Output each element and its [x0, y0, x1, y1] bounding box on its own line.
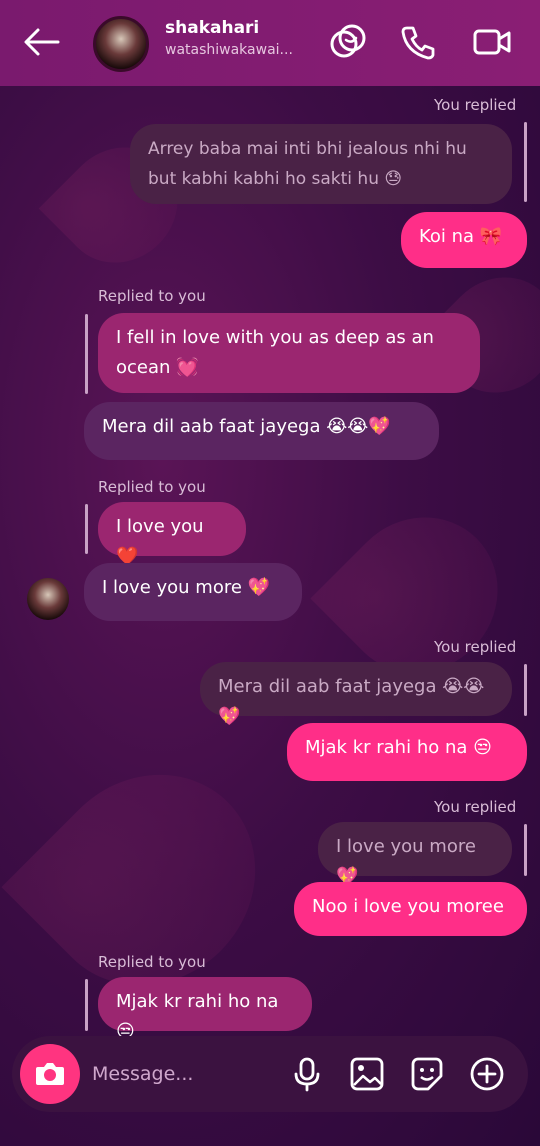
outgoing-message[interactable]: Mjak kr rahi ho na 😒 [287, 723, 527, 781]
reply-line [524, 122, 527, 202]
reply-line [85, 504, 88, 554]
outgoing-message[interactable]: Noo i love you moree [294, 882, 527, 936]
incoming-message[interactable]: Mera dil aab faat jayega 😭😭💖 [84, 402, 439, 460]
contact-name[interactable]: shakahari [165, 18, 259, 38]
video-call-icon[interactable] [472, 22, 512, 62]
reply-label: You replied [434, 96, 517, 114]
back-arrow-icon[interactable] [22, 26, 60, 58]
phone-icon[interactable] [398, 22, 438, 62]
message-composer [12, 1036, 528, 1112]
effects-icon[interactable] [328, 22, 368, 62]
message-input[interactable] [90, 1054, 284, 1094]
camera-button[interactable] [20, 1044, 80, 1104]
reply-line [85, 314, 88, 394]
quoted-message[interactable]: Arrey baba mai inti bhi jealous nhi hu b… [130, 124, 512, 204]
sender-avatar[interactable] [27, 578, 69, 620]
message-list[interactable]: You replied Arrey baba mai inti bhi jeal… [0, 86, 540, 1042]
microphone-icon[interactable] [288, 1054, 326, 1094]
reply-label: Replied to you [98, 953, 206, 971]
quoted-message[interactable]: I love you ❤️ [98, 502, 246, 567]
gallery-icon[interactable] [348, 1054, 386, 1094]
reply-label: Replied to you [98, 478, 206, 496]
camera-icon [36, 1063, 64, 1085]
quoted-message[interactable]: I love you more 💖 [318, 822, 512, 887]
reply-label: Replied to you [98, 287, 206, 305]
outgoing-message[interactable]: Koi na 🎀 [401, 212, 527, 268]
reply-label: You replied [434, 798, 517, 816]
incoming-message[interactable]: I love you more 💖 [84, 563, 302, 621]
reply-label: You replied [434, 638, 517, 656]
reply-line [85, 979, 88, 1031]
quoted-message[interactable]: Mjak kr rahi ho na 😒 [98, 977, 312, 1042]
add-icon[interactable] [468, 1054, 506, 1094]
quoted-message[interactable]: I fell in love with you as deep as an oc… [98, 313, 480, 393]
contact-username[interactable]: watashiwakawai... [165, 42, 293, 58]
reply-line [524, 664, 527, 716]
quoted-message[interactable]: Mera dil aab faat jayega 😭😭💖 [200, 662, 512, 727]
chat-header: shakahari watashiwakawai... [0, 0, 540, 86]
avatar[interactable] [93, 16, 149, 72]
sticker-icon[interactable] [408, 1054, 446, 1094]
reply-line [524, 824, 527, 876]
